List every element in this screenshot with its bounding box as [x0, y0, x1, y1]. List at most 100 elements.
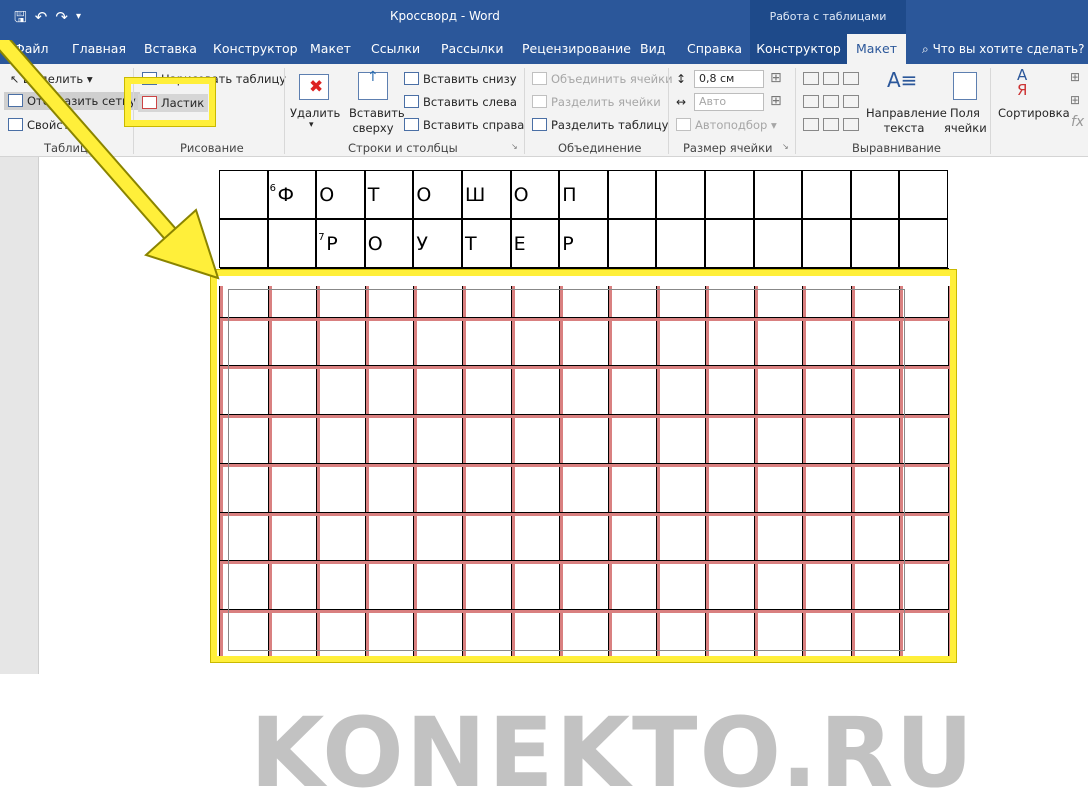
formula-icon[interactable]: fx — [1071, 114, 1084, 130]
col-width-icon: ↔ — [676, 95, 687, 109]
group-separator — [990, 68, 991, 154]
autofit-button[interactable]: Автоподбор ▾ — [676, 118, 777, 132]
align-middle-center-icon[interactable] — [823, 95, 839, 108]
convert-to-text-icon[interactable]: ⊞ — [1070, 93, 1080, 107]
align-bottom-center-icon[interactable] — [823, 118, 839, 131]
merge-cells-label: Объединить ячейки — [551, 72, 673, 86]
insert-right-button[interactable]: Вставить справа — [404, 118, 524, 132]
crossword-cell[interactable] — [899, 170, 948, 219]
crossword-cell[interactable] — [607, 219, 657, 268]
tab-table-layout[interactable]: Макет — [847, 34, 906, 64]
align-top-center-icon[interactable] — [823, 72, 839, 85]
crossword-cell[interactable] — [607, 170, 657, 219]
tab-view[interactable]: Вид — [640, 34, 665, 64]
align-top-right-icon[interactable] — [843, 72, 859, 85]
tab-table-design[interactable]: Конструктор — [750, 34, 847, 64]
insert-left-label: Вставить слева — [423, 95, 517, 109]
group-separator — [795, 68, 796, 154]
autofit-icon — [676, 118, 691, 131]
crossword-cell[interactable] — [802, 170, 851, 219]
crossword-cell[interactable] — [316, 219, 365, 268]
align-bottom-left-icon[interactable] — [803, 118, 819, 131]
delete-table-icon: ✖ — [299, 74, 329, 100]
crossword-cell[interactable] — [656, 219, 705, 268]
dialog-launcher-icon[interactable]: ↘ — [511, 142, 518, 151]
row-height-input[interactable]: 0,8 см — [694, 70, 764, 88]
crossword-letter: Е — [513, 233, 526, 255]
tab-layout[interactable]: Макет — [310, 34, 351, 64]
crossword-letter: О — [367, 233, 383, 255]
crossword-letter: П — [562, 184, 577, 206]
quick-access-toolbar: 🖫 ↶ ↷ ▾ — [14, 6, 81, 28]
crossword-letter: О — [319, 184, 335, 206]
crossword-cell[interactable] — [705, 219, 754, 268]
clue-number: 7 — [318, 232, 325, 243]
crossword-cell[interactable] — [753, 219, 803, 268]
insert-above-button[interactable]: Вставить сверху — [349, 106, 405, 136]
watermark: KONEKTO.RU — [250, 697, 976, 809]
text-direction-button[interactable]: Направление текста — [866, 106, 947, 136]
cell-margins-button[interactable]: Поля ячейки — [944, 106, 987, 136]
tab-review[interactable]: Рецензирование — [522, 34, 631, 64]
insert-right-label: Вставить справа — [423, 118, 525, 132]
alignment-grid — [803, 72, 861, 136]
save-icon[interactable]: 🖫 — [14, 6, 27, 28]
undo-icon[interactable]: ↶ — [35, 6, 48, 28]
group-separator — [284, 68, 285, 154]
repeat-header-icon[interactable]: ⊞ — [1070, 70, 1080, 84]
group-label-merge: Объединение — [558, 141, 642, 155]
tell-me-text: Что вы хотите сделать? — [932, 42, 1085, 56]
align-middle-right-icon[interactable] — [843, 95, 859, 108]
crossword-letter: Ф — [277, 184, 294, 206]
insert-below-button[interactable]: Вставить снизу — [404, 72, 517, 86]
align-bottom-right-icon[interactable] — [843, 118, 859, 131]
crossword-cell[interactable] — [850, 219, 900, 268]
group-separator — [668, 68, 669, 154]
clue-number: 6 — [269, 183, 276, 194]
group-separator — [524, 68, 525, 154]
crossword-cell[interactable] — [899, 219, 948, 268]
split-cells-icon — [532, 95, 547, 108]
tab-references[interactable]: Ссылки — [371, 34, 420, 64]
group-label-cell-size: Размер ячейки — [683, 141, 773, 155]
merge-cells-button[interactable]: Объединить ячейки — [532, 72, 673, 86]
autofit-label: Автоподбор — [695, 118, 768, 132]
crossword-cell[interactable] — [753, 170, 803, 219]
distribute-rows-icon[interactable]: ⊞ — [770, 70, 782, 86]
crossword-cell[interactable] — [267, 219, 317, 268]
tab-mailings[interactable]: Рассылки — [441, 34, 503, 64]
col-width-input[interactable]: Авто — [694, 93, 764, 111]
arrow-icon — [0, 40, 220, 280]
search-icon: ⌕ — [922, 42, 929, 56]
context-group-label: Работа с таблицами — [750, 0, 906, 34]
customize-icon[interactable]: ▾ — [76, 6, 81, 28]
tell-me-box[interactable]: ⌕ Что вы хотите сделать? — [922, 34, 1084, 64]
distribute-cols-icon[interactable]: ⊞ — [770, 93, 782, 109]
crossword-letter: Т — [367, 184, 380, 206]
merge-icon — [532, 72, 547, 85]
cell-margins-icon — [953, 72, 977, 100]
redo-icon[interactable]: ↷ — [55, 6, 68, 28]
chevron-down-icon: ▾ — [309, 120, 314, 130]
dialog-launcher-icon[interactable]: ↘ — [782, 142, 789, 151]
crossword-letter: О — [513, 184, 529, 206]
table-highlight — [211, 270, 956, 662]
delete-button[interactable]: Удалить — [290, 106, 340, 120]
split-cells-label: Разделить ячейки — [551, 95, 661, 109]
split-table-button[interactable]: Разделить таблицу — [532, 118, 668, 132]
crossword-cell[interactable] — [850, 170, 900, 219]
crossword-cell[interactable] — [656, 170, 705, 219]
insert-left-button[interactable]: Вставить слева — [404, 95, 517, 109]
delete-label: Удалить — [290, 106, 341, 120]
split-table-icon — [532, 118, 547, 131]
tab-help[interactable]: Справка — [687, 34, 742, 64]
align-top-left-icon[interactable] — [803, 72, 819, 85]
crossword-cell[interactable] — [705, 170, 754, 219]
split-cells-button[interactable]: Разделить ячейки — [532, 95, 661, 109]
crossword-cell[interactable] — [802, 219, 851, 268]
crossword-letter: О — [416, 184, 432, 206]
split-table-label: Разделить таблицу — [551, 118, 669, 132]
sort-button[interactable]: Сортировка — [998, 106, 1070, 120]
align-middle-left-icon[interactable] — [803, 95, 819, 108]
text-direction-icon: A≡ — [887, 68, 918, 92]
